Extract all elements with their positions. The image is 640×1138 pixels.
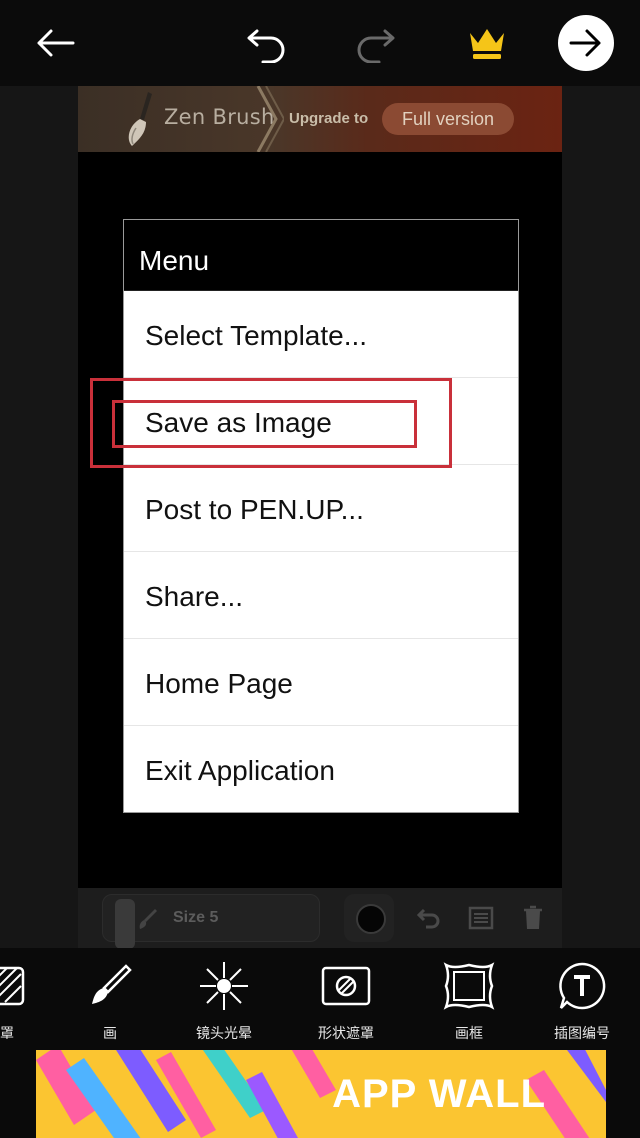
shape-mask-icon [320, 960, 372, 1012]
list-icon [468, 906, 494, 930]
app-list-button[interactable] [466, 903, 496, 933]
brush-icon [139, 909, 157, 929]
redo-button[interactable] [348, 16, 402, 70]
arrow-left-icon [37, 29, 75, 57]
menu-item-select-template[interactable]: Select Template... [124, 291, 518, 378]
app-wall-ad[interactable]: APP WALL [36, 1050, 606, 1138]
tool-label: 插图编号 [554, 1026, 610, 1042]
brush-icon [84, 960, 136, 1012]
app-undo-button[interactable] [414, 903, 444, 933]
trash-icon [524, 905, 542, 929]
tool-mask[interactable]: 罩 [0, 960, 62, 1046]
text-badge-icon [556, 960, 608, 1012]
arrow-right-circle-icon [569, 29, 601, 57]
tool-label: 镜头光晕 [196, 1026, 252, 1042]
undo-icon [247, 29, 285, 63]
size-slider-handle[interactable] [115, 899, 135, 949]
tool-label: 形状遮罩 [318, 1026, 374, 1042]
editor-tools-row: 罩 画 镜头光晕 形状遮罩 画框 插图编号 [0, 948, 640, 1048]
crown-icon [470, 29, 504, 59]
tool-text-number[interactable]: 插图编号 [527, 960, 637, 1046]
redo-icon [357, 29, 395, 63]
mask-icon [0, 960, 33, 1012]
menu-item-share[interactable]: Share... [124, 552, 518, 639]
chevron-right-icon [256, 86, 284, 152]
screen: Zen Brush Upgrade to Full version Menu S… [0, 0, 640, 1138]
menu-item-post-to-penup[interactable]: Post to PEN.UP... [124, 465, 518, 552]
app-delete-button[interactable] [518, 903, 548, 933]
top-toolbar [0, 0, 640, 86]
menu-title: Menu [124, 220, 518, 291]
size-control[interactable]: Size 5 [102, 894, 320, 949]
undo-icon [416, 908, 440, 929]
ad-area: APP WALL [0, 1048, 640, 1138]
tool-label: 画 [103, 1026, 117, 1042]
banner-upgrade-text: Upgrade to [289, 110, 369, 127]
menu-item-home-page[interactable]: Home Page [124, 639, 518, 726]
highlight-box-inner [112, 400, 417, 448]
full-version-button[interactable]: Full version [382, 103, 514, 135]
back-button[interactable] [28, 16, 82, 70]
lens-flare-icon [198, 960, 250, 1012]
tool-label: 罩 [0, 1026, 14, 1042]
tool-draw[interactable]: 画 [55, 960, 165, 1046]
brush-logo-icon [128, 92, 152, 146]
tool-label: 画框 [455, 1026, 483, 1042]
size-label: Size 5 [173, 909, 219, 926]
menu-item-exit-application[interactable]: Exit Application [124, 726, 518, 813]
premium-button[interactable] [460, 16, 514, 70]
upgrade-banner[interactable]: Zen Brush Upgrade to Full version [78, 86, 562, 152]
undo-button[interactable] [240, 16, 294, 70]
tool-lens-flare[interactable]: 镜头光晕 [169, 960, 279, 1046]
frame-icon [443, 960, 495, 1012]
ad-text: APP WALL [332, 1072, 546, 1116]
tool-shape-mask[interactable]: 形状遮罩 [291, 960, 401, 1046]
brush-toolbar: Size 5 [78, 888, 562, 949]
next-button[interactable] [558, 15, 614, 71]
tool-frame[interactable]: 画框 [414, 960, 524, 1046]
menu-dialog: Menu Select Template... Save as Image Po… [123, 219, 519, 813]
ink-color-button[interactable] [344, 894, 394, 942]
